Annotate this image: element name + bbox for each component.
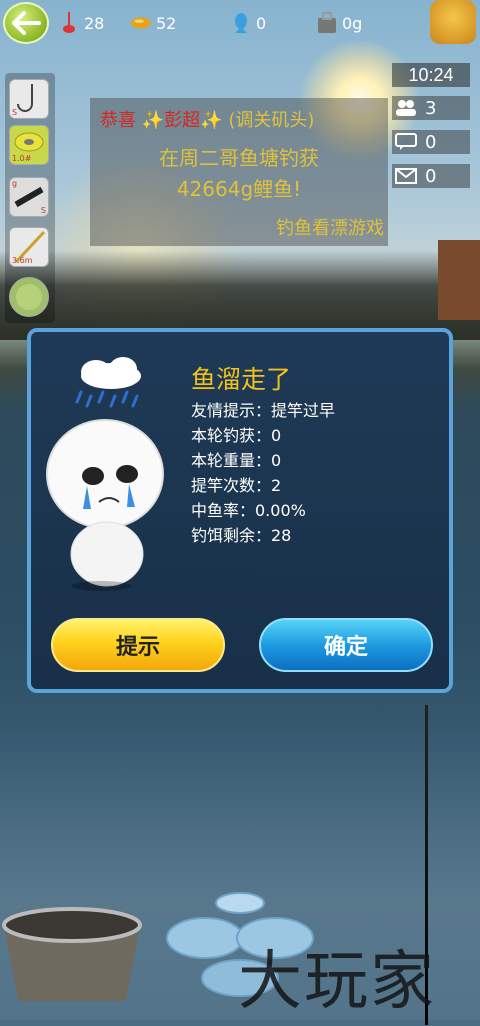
hint-button[interactable]: 提示 <box>51 618 225 672</box>
top-bar: 28 52 0 0g <box>0 0 480 46</box>
reel-label-bottom: S <box>40 206 46 215</box>
fish-icon <box>230 12 252 34</box>
back-button[interactable] <box>3 2 49 44</box>
weight-icon <box>316 12 338 34</box>
equipment-panel: S 1.0# g S 3.6m <box>5 73 55 323</box>
catch-weight-row: 本轮重量：0 <box>191 451 282 470</box>
fish-count: 0 <box>256 13 267 33</box>
lift-count-row: 提竿次数：2 <box>191 476 282 495</box>
dialog-title: 鱼溜走了 <box>191 365 292 394</box>
chat-count: 0 <box>425 131 437 153</box>
watermark: 大玩家 <box>238 945 436 1019</box>
weight-stat: 0g <box>316 10 362 36</box>
mail-count: 0 <box>425 165 437 187</box>
fish-bucket[interactable] <box>0 905 145 1005</box>
tip-row: 友情提示：提竿过早 <box>191 401 336 420</box>
announcement-header: 恭喜 ✨彭超✨ (调关矶头) <box>100 110 315 131</box>
bait-ball-icon <box>16 284 42 310</box>
float-icon <box>58 12 80 34</box>
announcement-banner: 恭喜 ✨彭超✨ (调关矶头) 在周二哥鱼塘钓获 42664g鲤鱼! 钓鱼看漂游戏 <box>90 98 388 246</box>
line-label: 1.0# <box>12 154 32 163</box>
player-title: (调关矶头) <box>228 110 315 131</box>
players-online[interactable]: 3 <box>392 96 470 120</box>
hook-label: S <box>12 108 18 117</box>
float-count: 28 <box>84 13 105 33</box>
bucket-icon <box>2 907 142 1001</box>
crying-mascot <box>41 354 181 594</box>
rain-cloud-icon <box>75 357 141 408</box>
clock: 10:24 <box>392 63 470 87</box>
line-slot[interactable]: 1.0# <box>9 125 49 165</box>
float-stat: 28 <box>58 10 104 36</box>
mail-icon <box>395 168 417 184</box>
announcement-link[interactable]: 钓鱼看漂游戏 <box>276 214 384 240</box>
mail-button[interactable]: 0 <box>392 164 470 188</box>
players-icon <box>396 100 416 116</box>
backpack-button[interactable] <box>430 0 476 44</box>
fish-stat: 0 <box>230 10 266 36</box>
announcement-location: 在周二哥鱼塘钓获 <box>159 146 319 170</box>
fish-food-count: 52 <box>156 13 177 33</box>
chat-icon <box>395 133 417 150</box>
result-dialog: 鱼溜走了 友情提示：提竿过早 本轮钓获：0 本轮重量：0 提竿次数：2 中鱼率：… <box>27 328 453 693</box>
result-stats: 友情提示：提竿过早 本轮钓获：0 本轮重量：0 提竿次数：2 中鱼率：0.00%… <box>191 398 335 548</box>
hook-slot[interactable]: S <box>9 79 49 119</box>
arrow-left-icon <box>12 11 41 35</box>
game-scene[interactable]: 28 52 0 0g S 1.0# g S 3.6m 10:24 3 0 0 恭… <box>0 0 480 1026</box>
fish-food-icon <box>130 12 152 34</box>
rod-label: 3.6m <box>12 256 33 265</box>
hit-rate-row: 中鱼率：0.00% <box>191 501 306 520</box>
congrats-text: 恭喜 <box>100 110 136 131</box>
weight-value: 0g <box>342 13 363 33</box>
reel-slot[interactable]: g S <box>9 177 49 217</box>
bait-slot[interactable] <box>9 277 49 317</box>
announcement-catch: 42664g鲤鱼! <box>176 177 302 201</box>
confirm-button[interactable]: 确定 <box>259 618 433 672</box>
food-stat: 52 <box>130 10 176 36</box>
bait-remaining-row: 钓饵剩余：28 <box>191 526 292 545</box>
building <box>438 240 480 320</box>
treeline <box>0 250 480 340</box>
catch-count-row: 本轮钓获：0 <box>191 426 282 445</box>
player-name: 彭超 <box>164 110 201 131</box>
chat-button[interactable]: 0 <box>392 130 470 154</box>
rod-slot[interactable]: 3.6m <box>9 227 49 267</box>
reel-label-top: g <box>12 179 18 188</box>
players-count: 3 <box>425 97 437 119</box>
